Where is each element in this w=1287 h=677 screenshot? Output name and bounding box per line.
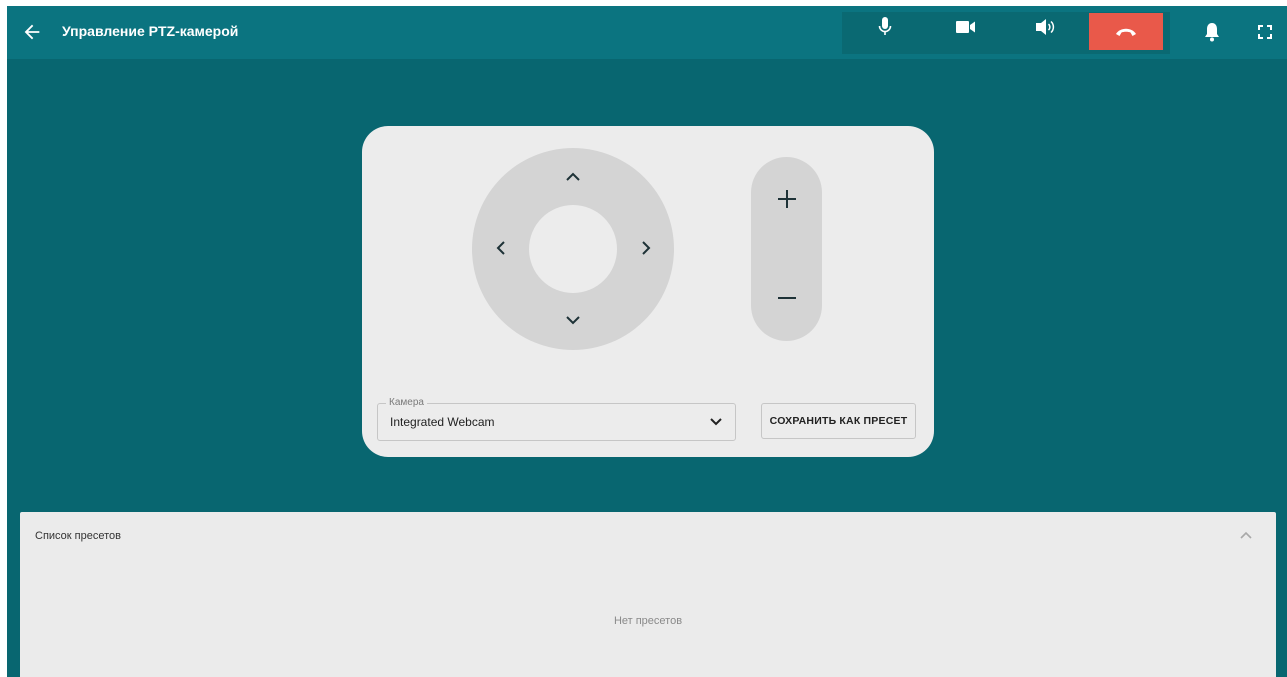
notifications-button[interactable]	[1199, 19, 1225, 45]
camera-select[interactable]: Камера Integrated Webcam	[377, 397, 736, 441]
zoom-out-button[interactable]	[751, 268, 822, 328]
chevron-up-icon	[566, 172, 580, 181]
chevron-left-icon	[496, 241, 505, 255]
speaker-button[interactable]	[1029, 6, 1063, 48]
tilt-up-button[interactable]	[561, 164, 585, 188]
pan-right-button[interactable]	[634, 236, 658, 260]
chevron-down-icon	[710, 418, 722, 426]
camera-select-value: Integrated Webcam	[390, 415, 495, 429]
camera-toggle-button[interactable]	[949, 6, 983, 48]
fullscreen-icon	[1258, 25, 1272, 39]
video-camera-icon	[956, 21, 975, 33]
pan-tilt-center-button[interactable]	[529, 205, 617, 293]
zoom-in-button[interactable]	[751, 169, 822, 229]
ptz-control-app: Управление PTZ-камерой Камера Integrated…	[7, 6, 1287, 677]
bell-icon	[1205, 23, 1219, 42]
zoom-control	[751, 157, 822, 341]
top-bar: Управление PTZ-камерой	[7, 6, 1287, 59]
tilt-down-button[interactable]	[561, 308, 585, 332]
minus-icon	[777, 297, 796, 299]
speaker-icon	[1036, 19, 1055, 35]
chevron-up-icon[interactable]	[1238, 528, 1254, 542]
microphone-icon	[878, 17, 892, 35]
chevron-right-icon	[641, 241, 650, 255]
save-preset-button[interactable]: СОХРАНИТЬ КАК ПРЕСЕТ	[761, 403, 916, 439]
presets-empty-message: Нет пресетов	[613, 615, 683, 627]
plus-icon	[777, 190, 796, 208]
phone-hangup-icon	[1116, 28, 1136, 36]
microphone-button[interactable]	[870, 6, 900, 48]
hangup-button[interactable]	[1089, 13, 1163, 50]
back-button[interactable]	[21, 21, 43, 43]
presets-title: Список пресетов	[35, 530, 121, 542]
pan-left-button[interactable]	[488, 236, 512, 260]
arrow-left-icon	[24, 24, 40, 40]
chevron-down-icon	[566, 315, 580, 324]
page-title: Управление PTZ-камерой	[62, 23, 239, 39]
fullscreen-button[interactable]	[1252, 19, 1278, 45]
ptz-control-panel: Камера Integrated Webcam СОХРАНИТЬ КАК П…	[362, 126, 934, 457]
pan-tilt-pad	[472, 148, 674, 350]
presets-panel: Список пресетов Нет пресетов	[20, 512, 1276, 677]
camera-select-label: Камера	[386, 397, 427, 408]
